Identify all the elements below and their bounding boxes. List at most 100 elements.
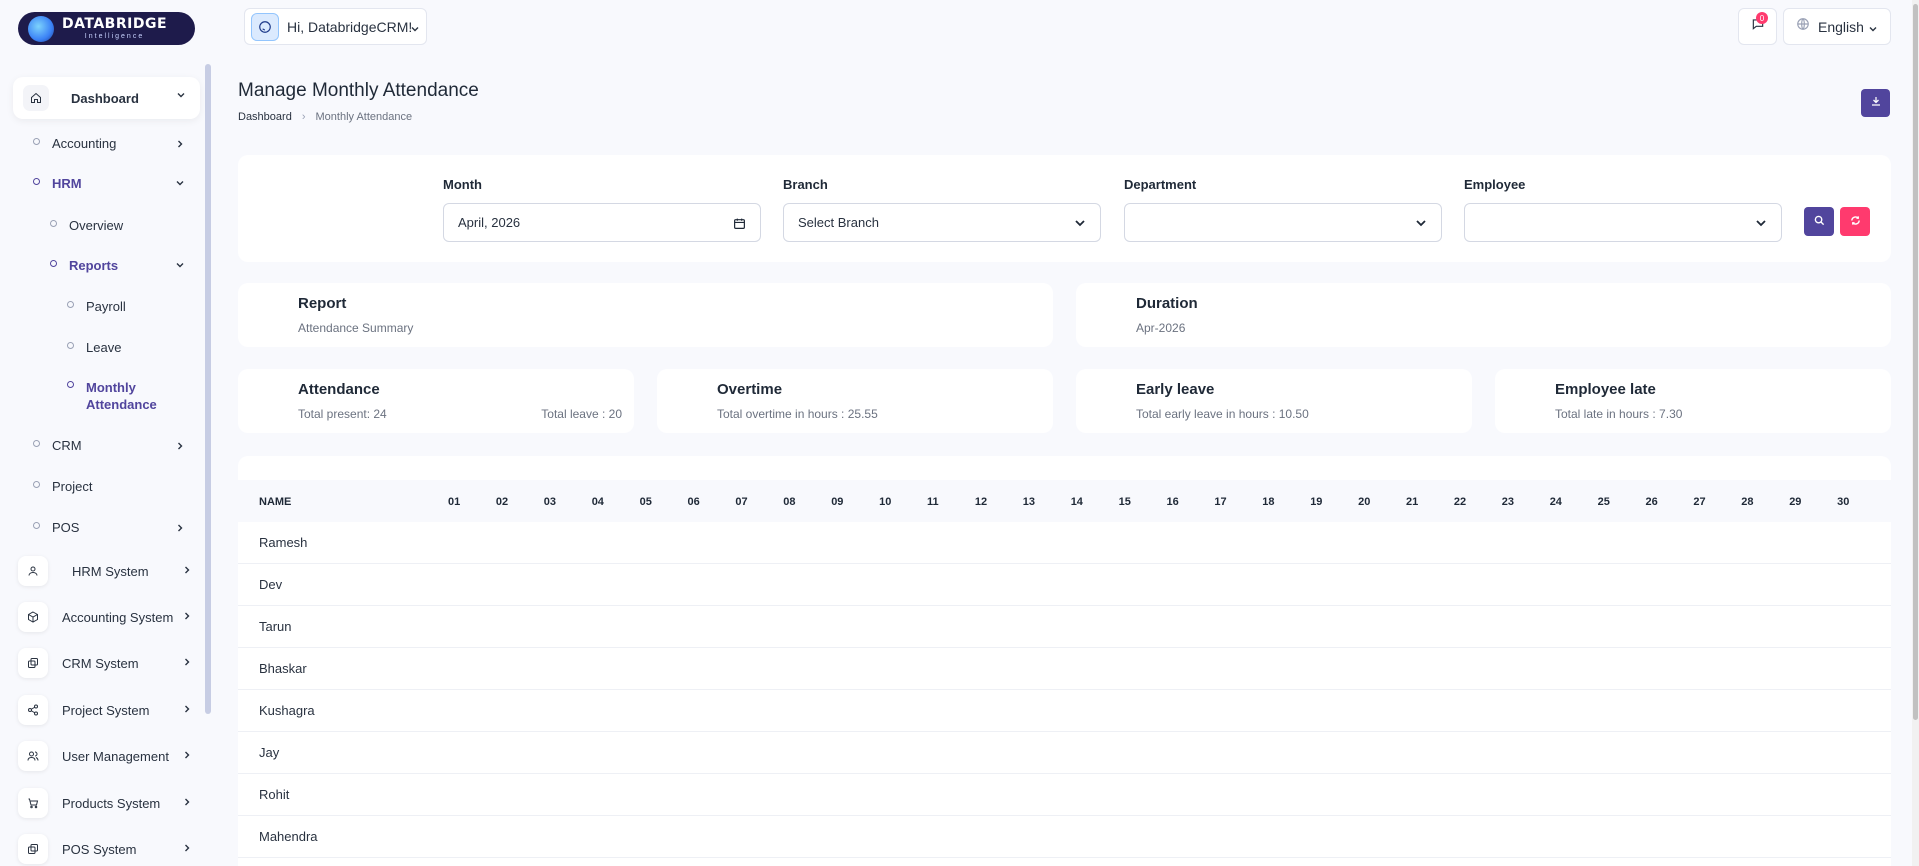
language-selector[interactable]: English [1783,8,1891,45]
reset-button[interactable] [1840,207,1870,236]
chevron-right-icon [175,139,185,149]
employee-name: Jay [259,745,280,760]
column-header-day: 29 [1789,496,1802,508]
sidebar-item-reports[interactable]: Reports [50,258,185,273]
column-header-day: 02 [495,496,509,508]
column-header-day: 03 [543,496,557,508]
sidebar-item-label: User Management [62,748,169,764]
sidebar-item-label: Reports [69,258,119,273]
attendance-title: Attendance [298,381,380,398]
column-header-day: 15 [1118,496,1131,508]
sidebar-item-pos[interactable]: POS [33,520,185,535]
download-button[interactable] [1861,89,1890,117]
branch-select[interactable]: Select Branch [783,203,1101,242]
early-leave-title: Early leave [1136,381,1215,398]
sidebar-item-overview[interactable]: Overview [50,218,123,233]
month-label: Month [443,177,482,192]
table-row: Kushagra [238,690,1891,732]
sidebar-scrollbar[interactable] [205,64,211,714]
column-header-day: 20 [1358,496,1371,508]
table-row: Jay [238,732,1891,774]
brand-name: DATABRIDGE [62,16,168,32]
sidebar-item-label: Accounting System [62,609,174,625]
brand-logo[interactable]: DATABRIDGE Intelligence [18,12,195,45]
calendar-icon[interactable] [733,217,746,233]
sidebar-item-monthly-attendance[interactable]: Monthly Attendance [67,379,167,413]
sidebar-item-products-system[interactable]: Products System [18,786,198,820]
column-header-day: 12 [974,496,988,508]
home-icon [23,85,49,111]
bullet-icon [67,381,74,388]
column-header-day: 16 [1166,496,1179,508]
sidebar-item-payroll[interactable]: Payroll [67,299,126,314]
branch-label: Branch [783,177,828,192]
chevron-right-icon [182,797,192,807]
total-leave: Total leave : 20 [541,407,622,421]
sidebar-item-project-system[interactable]: Project System [18,693,198,727]
breadcrumb-separator-icon: › [301,111,306,123]
chevron-down-icon [1755,217,1767,232]
bullet-icon [50,260,57,267]
sidebar-item-label: Dashboard [71,90,139,106]
bullet-icon [67,342,74,349]
sidebar-item-user-management[interactable]: User Management [18,739,198,773]
department-label: Department [1124,177,1197,192]
column-header-day: 22 [1453,496,1467,508]
sidebar-item-label: Products System [62,795,161,811]
share-icon [18,695,48,725]
column-header-day: 10 [879,496,892,508]
sidebar-item-label: HRM System [72,563,149,579]
avatar [251,12,279,41]
column-header-day: 05 [639,496,652,508]
sidebar-item-pos-system[interactable]: POS System [18,832,198,866]
logo-icon [28,15,54,42]
sidebar-item-crm-system[interactable]: CRM System [18,646,198,680]
box-icon [18,602,48,632]
overtime-value: Total overtime in hours : 25.55 [717,407,878,421]
month-value: April, 2026 [458,215,521,230]
sidebar-item-label: Overview [69,218,124,233]
user-icon [18,556,48,586]
column-header-day: 11 [927,496,939,508]
sidebar-item-dashboard[interactable]: Dashboard [13,77,200,119]
sidebar-item-project[interactable]: Project [33,479,92,494]
sidebar-item-crm[interactable]: CRM [33,438,185,453]
sidebar-item-label: POS [52,520,80,535]
chevron-down-icon [1415,217,1427,232]
chevron-right-icon [182,657,192,667]
employee-select[interactable] [1464,203,1782,242]
search-button[interactable] [1804,207,1834,236]
brand-tagline: Intelligence [84,33,145,40]
page-scrollbar-thumb[interactable] [1913,4,1918,720]
breadcrumb-dashboard-link[interactable]: Dashboard [238,111,292,123]
sidebar-item-hrm-system[interactable]: HRM System [18,554,198,588]
table-row: Tarun [238,606,1891,648]
department-select[interactable] [1124,203,1442,242]
overtime-title: Overtime [717,381,783,398]
notification-badge: 0 [1756,12,1768,24]
sidebar-item-accounting-system[interactable]: Accounting System [18,600,198,634]
user-menu[interactable]: Hi, DatabridgeCRM! [244,8,427,45]
bullet-icon [33,178,40,185]
column-header-day: 07 [735,496,748,508]
chevron-right-icon [182,750,192,760]
download-icon [1870,94,1882,112]
page-scrollbar[interactable] [1912,0,1919,866]
sidebar-item-leave[interactable]: Leave [67,340,121,355]
breadcrumb: Dashboard › Monthly Attendance [238,111,412,123]
notification-button[interactable]: 0 [1738,8,1777,45]
duration-value: Apr-2026 [1136,321,1186,335]
overtime-card: Overtime Total overtime in hours : 25.55 [657,369,1053,433]
sidebar-item-label: Project [52,479,93,494]
column-header-day: 26 [1645,496,1658,508]
employee-late-value: Total late in hours : 7.30 [1555,407,1683,421]
column-header-day: 13 [1022,496,1036,508]
column-header-day: 09 [831,496,844,508]
sidebar: DATABRIDGE Intelligence Dashboard Accoun… [0,0,212,866]
report-card: Report Attendance Summary [238,283,1053,347]
month-input[interactable]: April, 2026 [443,203,761,242]
sidebar-item-hrm[interactable]: HRM [33,176,185,191]
sidebar-item-accounting[interactable]: Accounting [33,136,185,151]
employee-name: Tarun [259,619,292,634]
sidebar-item-label: Project System [62,702,150,718]
